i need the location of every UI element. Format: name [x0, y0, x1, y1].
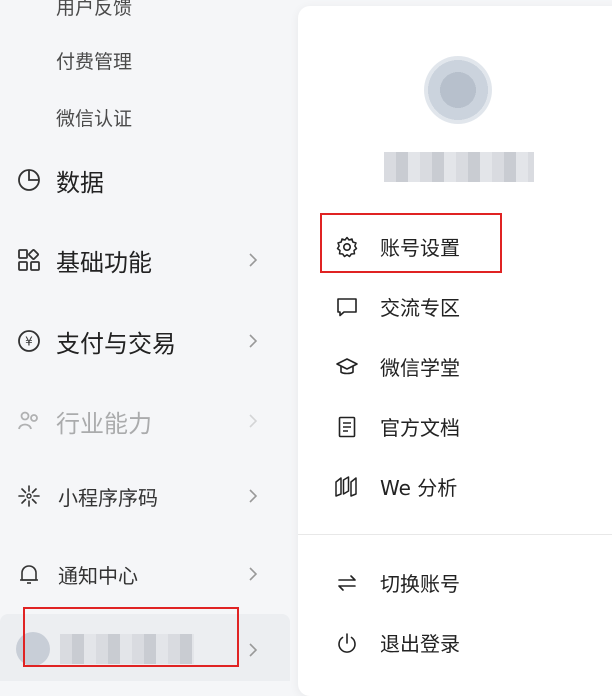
sidebar-item-label: 通知中心 — [58, 563, 138, 588]
grid-icon — [16, 247, 42, 273]
menu-item-label: 交流专区 — [380, 296, 460, 320]
menu-item-academy[interactable]: 微信学堂 — [334, 352, 460, 381]
menu-item-label: 官方文档 — [380, 416, 460, 440]
sidebar: 用户反馈 付费管理 微信认证 数据 基础功能 ¥ 支付与交易 行业能力 小程序序… — [0, 0, 300, 681]
chevron-right-icon — [249, 414, 258, 428]
menu-item-label: We 分析 — [380, 476, 458, 500]
chevron-right-icon — [249, 643, 258, 657]
menu-item-we-analysis[interactable]: We 分析 — [334, 472, 457, 501]
menu-item-logout[interactable]: 退出登录 — [334, 628, 460, 657]
sidebar-item-basic[interactable]: 基础功能 — [0, 240, 290, 280]
menu-item-community[interactable]: 交流专区 — [334, 292, 460, 321]
grad-cap-icon — [334, 354, 360, 380]
account-menu-panel: 账号设置 交流专区 微信学堂 官方文档 We 分析 切换账号 退出登录 — [298, 6, 612, 696]
sidebar-item-qrcode[interactable]: 小程序序码 — [0, 478, 290, 514]
svg-text:¥: ¥ — [25, 335, 33, 349]
chevron-right-icon — [249, 334, 258, 348]
pie-chart-icon — [16, 167, 42, 193]
chat-bubble-icon — [334, 294, 360, 320]
power-icon — [334, 630, 360, 656]
sidebar-item-wechat-verify[interactable]: 微信认证 — [56, 103, 132, 131]
menu-item-switch-account[interactable]: 切换账号 — [334, 568, 460, 597]
profile-name-blurred — [384, 152, 534, 182]
sidebar-item-label: 用户反馈 — [56, 0, 133, 19]
bell-icon — [16, 561, 42, 587]
highlight-box-account-settings — [320, 213, 502, 273]
menu-item-label: 切换账号 — [380, 572, 460, 596]
sidebar-item-label: 付费管理 — [56, 50, 133, 73]
menu-item-label: 微信学堂 — [380, 356, 460, 380]
sidebar-item-data[interactable]: 数据 — [0, 160, 290, 200]
sidebar-item-payment-management[interactable]: 付费管理 — [56, 46, 132, 74]
sidebar-item-payment[interactable]: ¥ 支付与交易 — [0, 321, 290, 361]
people-icon — [16, 408, 42, 434]
menu-item-docs[interactable]: 官方文档 — [334, 412, 460, 441]
chevron-right-icon — [249, 489, 258, 503]
yuan-circle-icon: ¥ — [16, 328, 42, 354]
profile-avatar — [424, 56, 492, 124]
chevron-right-icon — [249, 567, 258, 581]
sidebar-item-label: 数据 — [56, 168, 104, 197]
sidebar-item-label: 支付与交易 — [56, 329, 176, 358]
sidebar-item-label: 小程序序码 — [58, 485, 158, 510]
document-icon — [334, 414, 360, 440]
we-chart-icon — [334, 474, 360, 500]
sidebar-item-feedback[interactable]: 用户反馈 — [56, 0, 133, 19]
sidebar-item-label: 微信认证 — [56, 107, 133, 130]
menu-item-label: 退出登录 — [380, 632, 460, 656]
switch-arrows-icon — [334, 570, 360, 596]
sidebar-item-industry[interactable]: 行业能力 — [0, 401, 290, 441]
menu-divider — [298, 534, 612, 535]
chevron-right-icon — [249, 253, 258, 267]
qrcode-spark-icon — [16, 483, 42, 509]
sidebar-item-label: 基础功能 — [56, 248, 152, 277]
sidebar-item-label: 行业能力 — [56, 409, 152, 438]
sidebar-item-notifications[interactable]: 通知中心 — [0, 556, 290, 592]
highlight-box-account — [23, 607, 239, 667]
